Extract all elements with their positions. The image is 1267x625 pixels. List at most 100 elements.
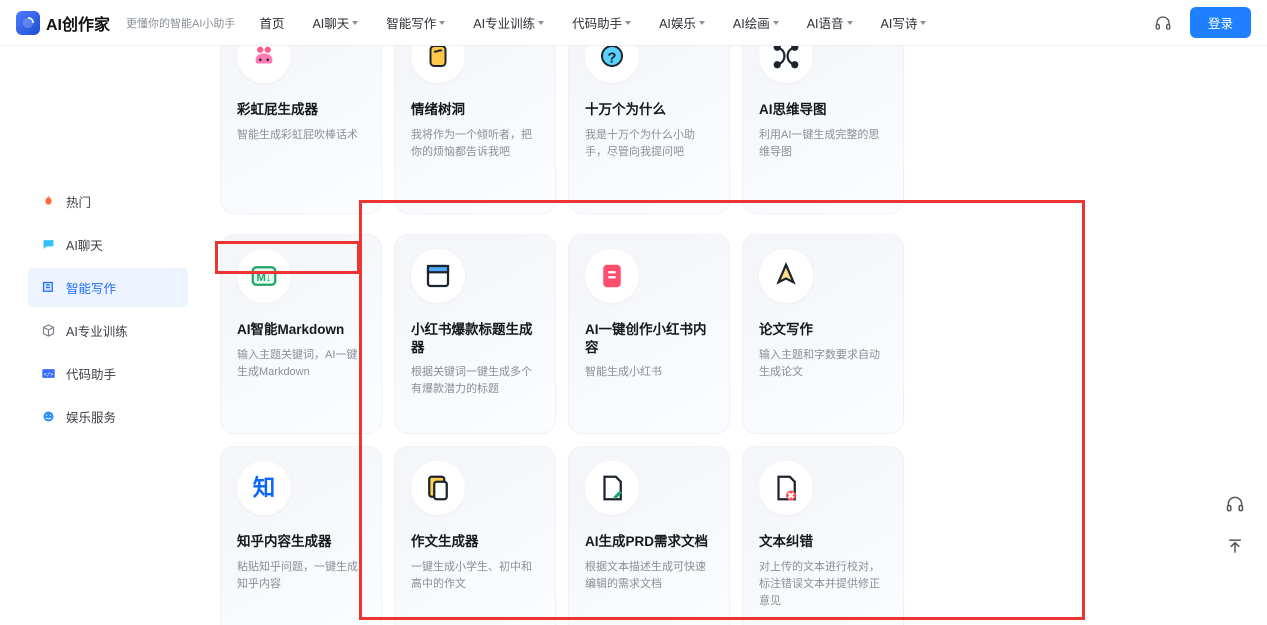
chevron-down-icon — [439, 21, 445, 25]
card-icon — [411, 46, 465, 83]
sidebar: 热门 AI聊天 智能写作 AI专业训练 </> 代码助手 娱乐服务 — [0, 46, 200, 625]
nav-label: AI聊天 — [312, 13, 349, 32]
card-title: AI智能Markdown — [237, 321, 365, 339]
nav-label: 智能写作 — [386, 13, 436, 32]
card-desc: 输入主题关键词，AI一键生成Markdown — [237, 347, 365, 381]
brand[interactable]: AI创作家 — [16, 11, 110, 35]
cards-card[interactable]: AI一键创作小红书内容智能生成小红书 — [568, 234, 730, 434]
nav-label: 首页 — [259, 13, 284, 32]
topCards-card[interactable]: 情绪树洞我将作为一个倾听者，把你的烦恼都告诉我吧 — [394, 46, 556, 214]
sidebar-item-label: 热门 — [66, 192, 91, 211]
cards-card[interactable]: 知知乎内容生成器粘贴知乎问题，一键生成知乎内容 — [220, 446, 382, 625]
nav-label: AI写诗 — [881, 13, 918, 32]
sidebar-item-label: AI专业训练 — [66, 321, 128, 340]
card-icon — [411, 461, 465, 515]
nav-label: 代码助手 — [572, 13, 622, 32]
card-icon: M↓ — [237, 249, 291, 303]
sidebar-item-code[interactable]: </> 代码助手 — [28, 354, 188, 393]
nav-writing[interactable]: 智能写作 — [386, 13, 445, 32]
sidebar-item-entertain[interactable]: 娱乐服务 — [28, 397, 188, 436]
card-icon — [585, 249, 639, 303]
card-title: 情绪树洞 — [411, 101, 539, 119]
nav-voice[interactable]: AI语音 — [807, 13, 853, 32]
chevron-down-icon — [699, 21, 705, 25]
cards-card[interactable]: 论文写作输入主题和字数要求自动生成论文 — [742, 234, 904, 434]
card-desc: 根据关键词一键生成多个有爆款潜力的标题 — [411, 364, 539, 398]
nav-label: AI专业训练 — [473, 13, 535, 32]
chat-icon — [40, 237, 56, 253]
card-desc: 我是十万个为什么小助手，尽管向我提问吧 — [585, 127, 713, 161]
card-desc: 我将作为一个倾听者，把你的烦恼都告诉我吧 — [411, 127, 539, 161]
nav-home[interactable]: 首页 — [259, 13, 284, 32]
card-title: AI思维导图 — [759, 101, 887, 119]
cards-card[interactable]: AI生成PRD需求文档根据文本描述生成可快速编辑的需求文档 — [568, 446, 730, 625]
nav-label: AI绘画 — [733, 13, 770, 32]
card-title: AI一键创作小红书内容 — [585, 321, 713, 356]
nav-training[interactable]: AI专业训练 — [473, 13, 544, 32]
card-icon — [759, 46, 813, 83]
nav-chat[interactable]: AI聊天 — [312, 13, 358, 32]
card-title: 论文写作 — [759, 321, 887, 339]
sidebar-item-label: 娱乐服务 — [66, 407, 116, 426]
topbar: AI创作家 更懂你的智能AI小助手 首页 AI聊天 智能写作 AI专业训练 代码… — [0, 0, 1267, 46]
svg-text:</>: </> — [43, 372, 54, 378]
cube-icon — [40, 323, 56, 339]
card-title: 彩虹屁生成器 — [237, 101, 365, 119]
cards-card[interactable]: 小红书爆款标题生成器根据关键词一键生成多个有爆款潜力的标题 — [394, 234, 556, 434]
sidebar-item-training[interactable]: AI专业训练 — [28, 311, 188, 350]
sidebar-item-writing[interactable]: 智能写作 — [28, 268, 188, 307]
topCards-card[interactable]: 彩虹屁生成器智能生成彩虹屁吹棒话术 — [220, 46, 382, 214]
smile-icon — [40, 409, 56, 425]
login-button[interactable]: 登录 — [1190, 7, 1251, 38]
sidebar-item-chat[interactable]: AI聊天 — [28, 225, 188, 264]
edit-icon — [40, 280, 56, 296]
card-title: 十万个为什么 — [585, 101, 713, 119]
brand-logo-icon — [16, 11, 40, 35]
chevron-down-icon — [625, 21, 631, 25]
card-title: 作文生成器 — [411, 533, 539, 551]
topCards-card[interactable]: AI思维导图利用AI一键生成完整的思维导图 — [742, 46, 904, 214]
float-toolbar — [1221, 490, 1249, 560]
topbar-right: 登录 — [1154, 7, 1251, 38]
svg-text:知: 知 — [253, 475, 276, 501]
cards-card[interactable]: 文本纠错对上传的文本进行校对，标注错误文本并提供修正意见 — [742, 446, 904, 625]
topCards-card[interactable]: ? 十万个为什么我是十万个为什么小助手，尽管向我提问吧 — [568, 46, 730, 214]
fire-icon — [40, 194, 56, 210]
main: 热门 AI聊天 智能写作 AI专业训练 </> 代码助手 娱乐服务 彩虹屁生成器… — [0, 46, 1267, 625]
nav-poem[interactable]: AI写诗 — [881, 13, 927, 32]
support-button[interactable] — [1221, 490, 1249, 518]
sidebar-item-label: 代码助手 — [66, 364, 116, 383]
nav-entertain[interactable]: AI娱乐 — [659, 13, 705, 32]
svg-text:?: ? — [607, 49, 616, 66]
card-icon — [237, 46, 291, 83]
card-title: 知乎内容生成器 — [237, 533, 365, 551]
card-icon — [759, 461, 813, 515]
card-title: AI生成PRD需求文档 — [585, 533, 713, 551]
headset-icon[interactable] — [1154, 14, 1172, 32]
card-desc: 智能生成彩虹屁吹棒话术 — [237, 127, 365, 144]
card-icon — [411, 249, 465, 303]
code-icon: </> — [40, 366, 56, 382]
card-desc: 粘贴知乎问题，一键生成知乎内容 — [237, 559, 365, 593]
card-desc: 智能生成小红书 — [585, 364, 713, 381]
nav-paint[interactable]: AI绘画 — [733, 13, 779, 32]
cards-card[interactable]: M↓ AI智能Markdown 输入主题关键词，AI一键生成Markdown — [220, 234, 382, 434]
sidebar-item-hot[interactable]: 热门 — [28, 182, 188, 221]
nav-code[interactable]: 代码助手 — [572, 13, 631, 32]
card-title: 小红书爆款标题生成器 — [411, 321, 539, 356]
card-desc: 利用AI一键生成完整的思维导图 — [759, 127, 887, 161]
chevron-down-icon — [920, 21, 926, 25]
nav-label: AI语音 — [807, 13, 844, 32]
sidebar-item-label: AI聊天 — [66, 235, 103, 254]
card-icon: 知 — [237, 461, 291, 515]
chevron-down-icon — [773, 21, 779, 25]
content: 彩虹屁生成器智能生成彩虹屁吹棒话术情绪树洞我将作为一个倾听者，把你的烦恼都告诉我… — [200, 46, 1267, 625]
card-desc: 一键生成小学生、初中和高中的作文 — [411, 559, 539, 593]
back-to-top-button[interactable] — [1221, 532, 1249, 560]
card-icon — [585, 461, 639, 515]
nav-label: AI娱乐 — [659, 13, 696, 32]
card-grid: M↓ AI智能Markdown 输入主题关键词，AI一键生成Markdown 小红书爆… — [220, 234, 1237, 625]
chevron-down-icon — [847, 21, 853, 25]
cards-card[interactable]: 作文生成器一键生成小学生、初中和高中的作文 — [394, 446, 556, 625]
brand-name: AI创作家 — [46, 11, 110, 35]
